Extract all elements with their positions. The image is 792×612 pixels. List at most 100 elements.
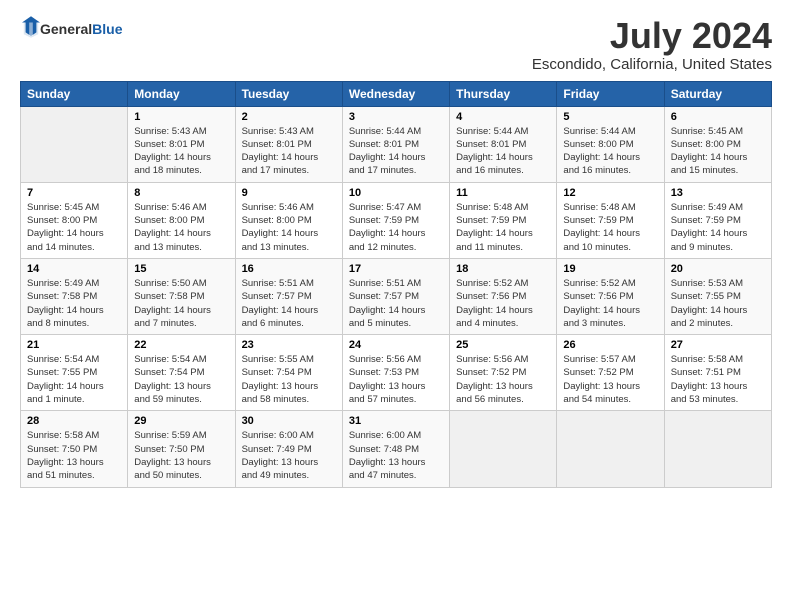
day-cell	[21, 106, 128, 182]
day-number: 28	[27, 415, 121, 427]
day-info: Sunrise: 5:54 AM Sunset: 7:54 PM Dayligh…	[134, 353, 228, 406]
day-info: Sunrise: 5:43 AM Sunset: 8:01 PM Dayligh…	[242, 125, 336, 178]
col-thursday: Thursday	[450, 81, 557, 106]
week-row-1: 1 Sunrise: 5:43 AM Sunset: 8:01 PM Daylig…	[21, 106, 772, 182]
day-number: 14	[27, 263, 121, 275]
day-info: Sunrise: 5:54 AM Sunset: 7:55 PM Dayligh…	[27, 353, 121, 406]
day-number: 9	[242, 187, 336, 199]
day-number: 31	[349, 415, 443, 427]
day-cell: 2 Sunrise: 5:43 AM Sunset: 8:01 PM Daylig…	[235, 106, 342, 182]
col-saturday: Saturday	[664, 81, 771, 106]
col-tuesday: Tuesday	[235, 81, 342, 106]
day-number: 2	[242, 111, 336, 123]
day-cell: 31 Sunrise: 6:00 AM Sunset: 7:48 PM Dayli…	[342, 411, 449, 487]
day-cell: 16 Sunrise: 5:51 AM Sunset: 7:57 PM Dayli…	[235, 258, 342, 334]
header: GeneralBlue July 2024 Escondido, Califor…	[20, 16, 772, 73]
day-number: 13	[671, 187, 765, 199]
day-info: Sunrise: 5:45 AM Sunset: 8:00 PM Dayligh…	[27, 201, 121, 254]
day-info: Sunrise: 5:49 AM Sunset: 7:59 PM Dayligh…	[671, 201, 765, 254]
week-row-3: 14 Sunrise: 5:49 AM Sunset: 7:58 PM Dayli…	[21, 258, 772, 334]
logo-text: GeneralBlue	[40, 21, 122, 38]
day-cell: 13 Sunrise: 5:49 AM Sunset: 7:59 PM Dayli…	[664, 182, 771, 258]
day-number: 17	[349, 263, 443, 275]
day-cell: 26 Sunrise: 5:57 AM Sunset: 7:52 PM Dayli…	[557, 335, 664, 411]
week-row-2: 7 Sunrise: 5:45 AM Sunset: 8:00 PM Daylig…	[21, 182, 772, 258]
day-number: 29	[134, 415, 228, 427]
day-cell: 10 Sunrise: 5:47 AM Sunset: 7:59 PM Dayli…	[342, 182, 449, 258]
day-number: 12	[563, 187, 657, 199]
day-info: Sunrise: 5:59 AM Sunset: 7:50 PM Dayligh…	[134, 429, 228, 482]
week-row-5: 28 Sunrise: 5:58 AM Sunset: 7:50 PM Dayli…	[21, 411, 772, 487]
day-info: Sunrise: 5:44 AM Sunset: 8:00 PM Dayligh…	[563, 125, 657, 178]
day-cell: 23Sunrise: 5:55 AM Sunset: 7:54 PM Dayli…	[235, 335, 342, 411]
day-cell	[664, 411, 771, 487]
day-cell: 27 Sunrise: 5:58 AM Sunset: 7:51 PM Dayli…	[664, 335, 771, 411]
day-info: Sunrise: 5:58 AM Sunset: 7:51 PM Dayligh…	[671, 353, 765, 406]
day-info: Sunrise: 5:58 AM Sunset: 7:50 PM Dayligh…	[27, 429, 121, 482]
day-info: Sunrise: 5:46 AM Sunset: 8:00 PM Dayligh…	[242, 201, 336, 254]
logo: GeneralBlue	[20, 16, 122, 43]
logo-blue: Blue	[92, 21, 122, 37]
logo-icon	[22, 16, 40, 38]
header-row: Sunday Monday Tuesday Wednesday Thursday…	[21, 81, 772, 106]
day-number: 7	[27, 187, 121, 199]
day-info: Sunrise: 5:48 AM Sunset: 7:59 PM Dayligh…	[456, 201, 550, 254]
col-monday: Monday	[128, 81, 235, 106]
day-number: 16	[242, 263, 336, 275]
day-info: Sunrise: 5:43 AM Sunset: 8:01 PM Dayligh…	[134, 125, 228, 178]
day-cell: 6Sunrise: 5:45 AM Sunset: 8:00 PM Daylig…	[664, 106, 771, 182]
page: GeneralBlue July 2024 Escondido, Califor…	[0, 0, 792, 612]
day-cell: 4Sunrise: 5:44 AM Sunset: 8:01 PM Daylig…	[450, 106, 557, 182]
day-cell: 25Sunrise: 5:56 AM Sunset: 7:52 PM Dayli…	[450, 335, 557, 411]
day-info: Sunrise: 5:52 AM Sunset: 7:56 PM Dayligh…	[456, 277, 550, 330]
day-info: Sunrise: 6:00 AM Sunset: 7:48 PM Dayligh…	[349, 429, 443, 482]
col-friday: Friday	[557, 81, 664, 106]
day-info: Sunrise: 5:45 AM Sunset: 8:00 PM Dayligh…	[671, 125, 765, 178]
day-info: Sunrise: 5:47 AM Sunset: 7:59 PM Dayligh…	[349, 201, 443, 254]
day-number: 26	[563, 339, 657, 351]
day-number: 10	[349, 187, 443, 199]
calendar-table: Sunday Monday Tuesday Wednesday Thursday…	[20, 81, 772, 488]
day-info: Sunrise: 6:00 AM Sunset: 7:49 PM Dayligh…	[242, 429, 336, 482]
day-info: Sunrise: 5:46 AM Sunset: 8:00 PM Dayligh…	[134, 201, 228, 254]
day-cell	[557, 411, 664, 487]
subtitle: Escondido, California, United States	[532, 56, 772, 73]
day-cell: 7 Sunrise: 5:45 AM Sunset: 8:00 PM Daylig…	[21, 182, 128, 258]
day-info: Sunrise: 5:53 AM Sunset: 7:55 PM Dayligh…	[671, 277, 765, 330]
day-cell: 28 Sunrise: 5:58 AM Sunset: 7:50 PM Dayli…	[21, 411, 128, 487]
day-cell: 18 Sunrise: 5:52 AM Sunset: 7:56 PM Dayli…	[450, 258, 557, 334]
day-info: Sunrise: 5:57 AM Sunset: 7:52 PM Dayligh…	[563, 353, 657, 406]
day-info: Sunrise: 5:48 AM Sunset: 7:59 PM Dayligh…	[563, 201, 657, 254]
day-number: 15	[134, 263, 228, 275]
col-wednesday: Wednesday	[342, 81, 449, 106]
day-number: 20	[671, 263, 765, 275]
day-cell: 24Sunrise: 5:56 AM Sunset: 7:53 PM Dayli…	[342, 335, 449, 411]
day-cell: 22Sunrise: 5:54 AM Sunset: 7:54 PM Dayli…	[128, 335, 235, 411]
day-number: 11	[456, 187, 550, 199]
day-cell: 11 Sunrise: 5:48 AM Sunset: 7:59 PM Dayli…	[450, 182, 557, 258]
day-cell	[450, 411, 557, 487]
day-number: 25	[456, 339, 550, 351]
day-number: 24	[349, 339, 443, 351]
day-cell: 21Sunrise: 5:54 AM Sunset: 7:55 PM Dayli…	[21, 335, 128, 411]
logo-general: General	[40, 21, 92, 37]
day-info: Sunrise: 5:51 AM Sunset: 7:57 PM Dayligh…	[242, 277, 336, 330]
day-cell: 5Sunrise: 5:44 AM Sunset: 8:00 PM Daylig…	[557, 106, 664, 182]
week-row-4: 21Sunrise: 5:54 AM Sunset: 7:55 PM Dayli…	[21, 335, 772, 411]
col-sunday: Sunday	[21, 81, 128, 106]
day-number: 18	[456, 263, 550, 275]
day-cell: 30Sunrise: 6:00 AM Sunset: 7:49 PM Dayli…	[235, 411, 342, 487]
day-cell: 8Sunrise: 5:46 AM Sunset: 8:00 PM Daylig…	[128, 182, 235, 258]
main-title: July 2024	[532, 16, 772, 56]
day-cell: 1 Sunrise: 5:43 AM Sunset: 8:01 PM Daylig…	[128, 106, 235, 182]
day-number: 19	[563, 263, 657, 275]
day-info: Sunrise: 5:44 AM Sunset: 8:01 PM Dayligh…	[456, 125, 550, 178]
day-cell: 12 Sunrise: 5:48 AM Sunset: 7:59 PM Dayli…	[557, 182, 664, 258]
day-info: Sunrise: 5:49 AM Sunset: 7:58 PM Dayligh…	[27, 277, 121, 330]
day-number: 1	[134, 111, 228, 123]
title-block: July 2024 Escondido, California, United …	[532, 16, 772, 73]
day-cell: 3Sunrise: 5:44 AM Sunset: 8:01 PM Daylig…	[342, 106, 449, 182]
day-info: Sunrise: 5:52 AM Sunset: 7:56 PM Dayligh…	[563, 277, 657, 330]
day-number: 27	[671, 339, 765, 351]
day-info: Sunrise: 5:50 AM Sunset: 7:58 PM Dayligh…	[134, 277, 228, 330]
